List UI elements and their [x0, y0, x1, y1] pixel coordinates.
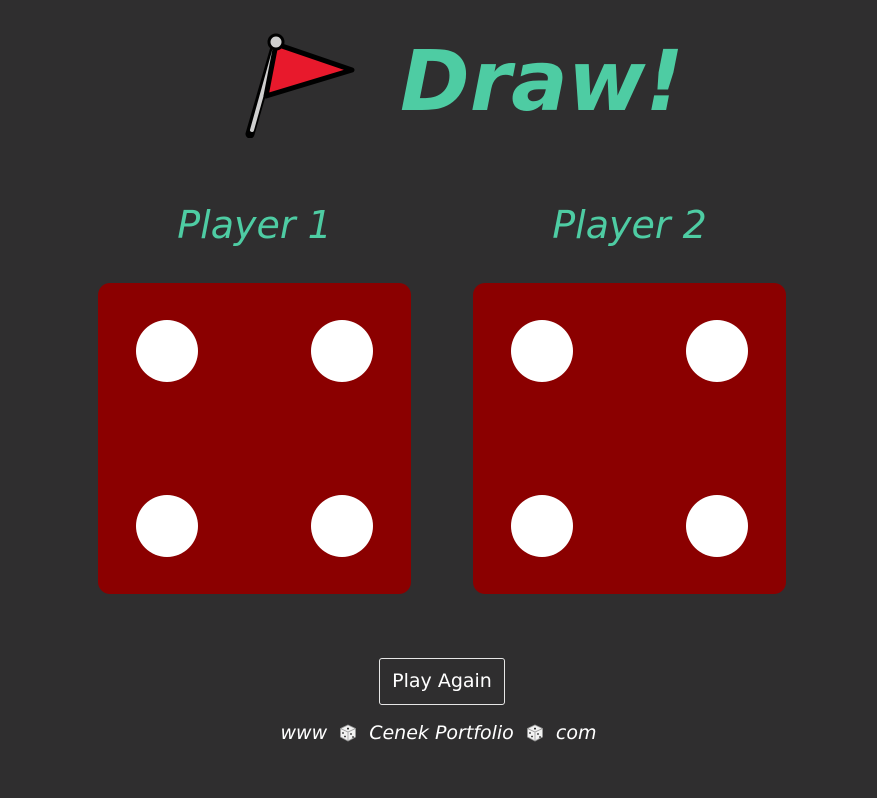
die-pip [686, 320, 748, 382]
play-again-button[interactable]: Play Again [379, 658, 505, 705]
die-icon [340, 724, 357, 742]
footer-suffix: com [555, 722, 597, 744]
triangular-flag-icon [245, 33, 355, 138]
player-2-label: Player 2 [552, 203, 707, 247]
player-1: Player 1 [98, 198, 411, 252]
player-2: Player 2 [473, 198, 786, 252]
footer-prefix: www [280, 722, 328, 744]
die-pip [136, 320, 198, 382]
result-title: Draw! [400, 32, 684, 130]
title-row: Draw! [0, 26, 877, 146]
player-1-die [98, 283, 411, 594]
die-pip [311, 320, 373, 382]
die-pip [511, 495, 573, 557]
die-pip [311, 495, 373, 557]
player-2-die [473, 283, 786, 594]
footer: www Cenek Portfolio com [0, 718, 877, 748]
player-1-label: Player 1 [177, 203, 332, 247]
die-pip [136, 495, 198, 557]
die-pip [686, 495, 748, 557]
die-icon [526, 724, 543, 742]
footer-name: Cenek Portfolio [369, 722, 514, 744]
die-pip [511, 320, 573, 382]
